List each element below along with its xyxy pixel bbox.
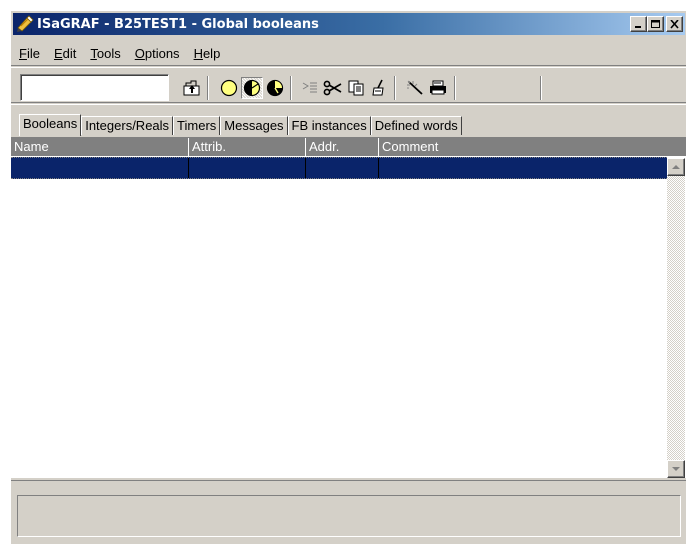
tab-strip: Booleans Integers/Reals Timers Messages …: [19, 114, 462, 136]
arrow-down-icon: [672, 467, 680, 471]
menu-bar: File Edit Tools Options Help: [15, 45, 227, 63]
isagraf-pencil-icon: [16, 15, 34, 33]
cell-addr[interactable]: [306, 158, 379, 178]
column-header-name[interactable]: Name: [11, 138, 189, 156]
wizard-button[interactable]: [404, 77, 426, 99]
status-panel: [17, 495, 681, 537]
wizard-icon: [407, 80, 423, 95]
column-header-attrib[interactable]: Attrib.: [189, 138, 306, 156]
paste-button[interactable]: [368, 77, 390, 99]
menu-edit[interactable]: Edit: [47, 45, 83, 63]
open-folder-button[interactable]: [181, 77, 203, 99]
tab-integers-reals[interactable]: Integers/Reals: [81, 116, 174, 135]
print-button[interactable]: [427, 77, 449, 99]
cell-comment[interactable]: [379, 158, 667, 178]
menu-help[interactable]: Help: [187, 45, 228, 63]
variable-name-input[interactable]: [20, 74, 169, 101]
circle-empty-button[interactable]: [218, 77, 240, 99]
circle-empty-icon: [220, 79, 238, 97]
copy-button[interactable]: [345, 77, 367, 99]
circle-half-icon: [243, 79, 261, 97]
main-window: ISaGRAF - B25TEST1 - Global booleans Fil…: [10, 10, 686, 544]
scroll-up-button[interactable]: [667, 158, 685, 176]
variables-grid: Name Attrib. Addr. Comment: [11, 137, 686, 478]
tab-booleans[interactable]: Booleans: [19, 114, 82, 136]
tab-defined-words[interactable]: Defined words: [370, 116, 462, 135]
circle-half-button[interactable]: [241, 77, 263, 99]
close-button[interactable]: [666, 16, 683, 32]
arrow-up-icon: [672, 165, 680, 169]
tab-messages[interactable]: Messages: [220, 116, 288, 135]
menu-file[interactable]: File: [15, 45, 47, 63]
tab-timers[interactable]: Timers: [173, 116, 221, 135]
scroll-down-button[interactable]: [667, 460, 685, 478]
cell-attrib[interactable]: [189, 158, 306, 178]
maximize-icon: [651, 20, 660, 28]
cut-icon: [323, 80, 342, 96]
status-area: [11, 480, 686, 544]
circle-quarter-icon: [266, 79, 284, 97]
close-icon: [670, 20, 679, 29]
column-header-comment[interactable]: Comment: [379, 138, 686, 156]
copy-icon: [348, 80, 364, 96]
maximize-button[interactable]: [647, 16, 664, 32]
grid-header: Name Attrib. Addr. Comment: [11, 138, 686, 156]
title-bar[interactable]: ISaGRAF - B25TEST1 - Global booleans: [13, 13, 685, 35]
print-icon: [430, 80, 446, 95]
circle-quarter-button[interactable]: [264, 77, 286, 99]
column-header-addr[interactable]: Addr.: [306, 138, 379, 156]
minimize-icon: [635, 26, 641, 28]
menu-tools[interactable]: Tools: [83, 45, 127, 63]
paste-icon: [372, 79, 384, 96]
insert-row-button[interactable]: [299, 77, 321, 99]
tab-fb-instances[interactable]: FB instances: [287, 116, 371, 135]
vertical-scrollbar[interactable]: [667, 158, 685, 478]
insert-row-icon: [302, 82, 317, 93]
table-row-selected[interactable]: [11, 157, 667, 179]
toolbar: [11, 65, 686, 105]
menu-options[interactable]: Options: [128, 45, 187, 63]
cell-name[interactable]: [11, 158, 189, 178]
cut-button[interactable]: [322, 77, 344, 99]
window-title: ISaGRAF - B25TEST1 - Global booleans: [37, 16, 319, 32]
minimize-button[interactable]: [630, 16, 647, 32]
open-folder-icon: [183, 80, 200, 96]
